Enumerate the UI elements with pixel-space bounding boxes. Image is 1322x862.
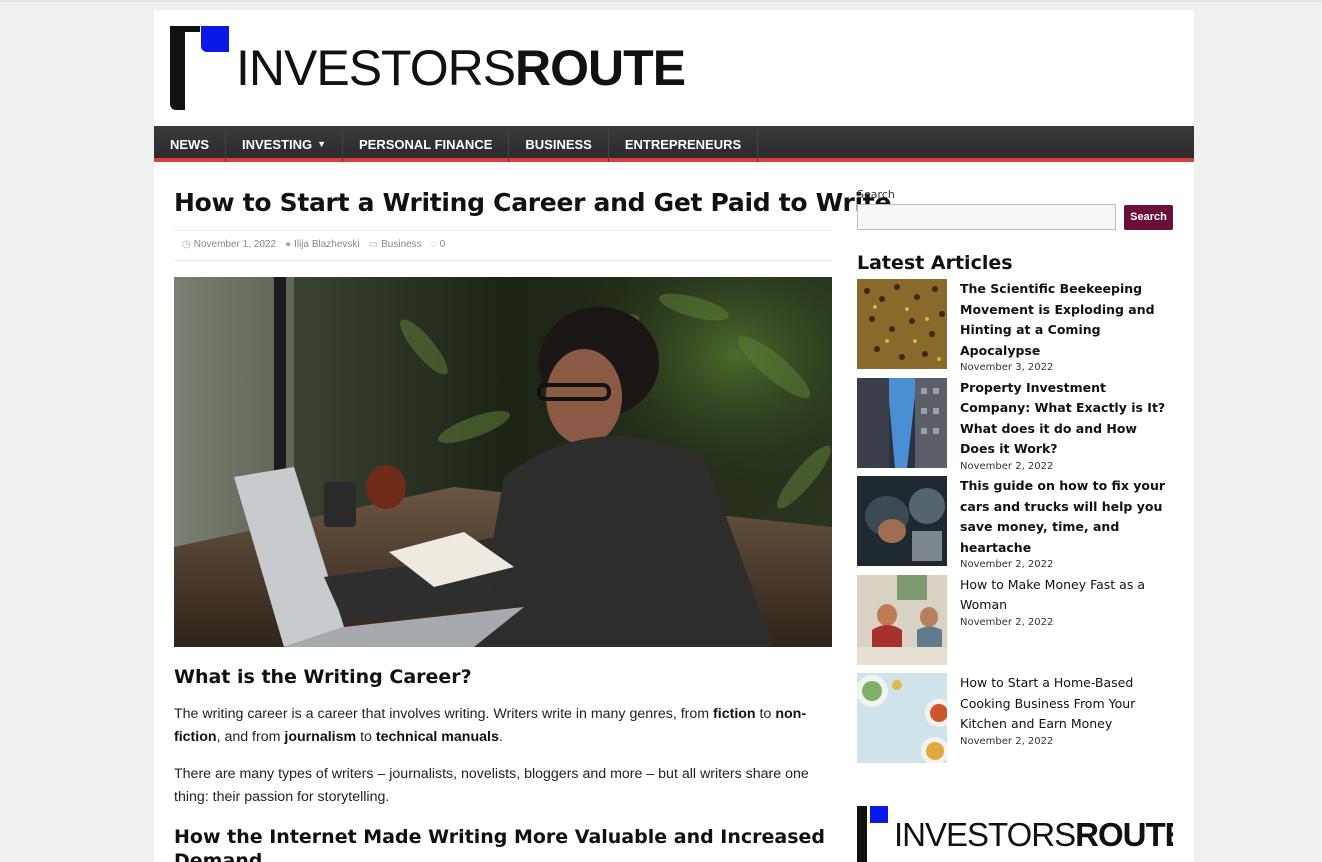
post-comments[interactable]: ◌ 0 xyxy=(431,239,446,250)
article-date: November 2, 2022 xyxy=(960,616,1054,628)
paragraph-2: There are many types of writers – journa… xyxy=(174,766,809,805)
article-link[interactable]: How to Make Money Fast as a Woman xyxy=(960,575,1173,616)
article-link[interactable]: Property Investment Company: What Exactl… xyxy=(960,378,1173,460)
search-button[interactable]: Search xyxy=(1124,204,1173,230)
nav-item-investing[interactable]: INVESTING ▼ xyxy=(226,126,343,162)
list-item[interactable]: The Scientific Beekeeping Movement is Ex… xyxy=(857,279,1173,373)
link-journalism[interactable]: journalism xyxy=(284,729,356,745)
thumbnail-bees[interactable] xyxy=(857,279,947,369)
nav-item-news[interactable]: NEWS xyxy=(154,126,226,162)
article: How to Start a Writing Career and Get Pa… xyxy=(174,186,892,862)
list-item[interactable]: How to Make Money Fast as a Woman Novemb… xyxy=(857,574,1173,665)
article-date: November 3, 2022 xyxy=(960,362,1054,373)
chevron-down-icon: ▼ xyxy=(317,139,326,149)
search-input[interactable] xyxy=(857,204,1116,230)
sidebar: Search Search Latest Articles The Scient… xyxy=(857,188,1173,772)
link-fiction[interactable]: fiction xyxy=(713,706,756,722)
thumbnail-women-meeting[interactable] xyxy=(857,574,947,665)
section-heading-2: How the Internet Made Writing More Valua… xyxy=(174,826,826,862)
sidebar-logo[interactable]: INVESTORSROUTE xyxy=(857,806,1173,862)
top-line xyxy=(0,0,1322,2)
sidebar-logo-wordmark: INVESTORSROUTE xyxy=(894,816,1173,853)
post-author[interactable]: ● Ilija Blazhevski xyxy=(285,239,360,250)
search-form: Search xyxy=(857,204,1173,230)
folder-icon: ▭ xyxy=(368,239,379,250)
post-category[interactable]: ▭ Business xyxy=(369,239,422,250)
logo-wordmark: INVESTORSROUTE xyxy=(236,40,686,96)
link-technical-manuals[interactable]: technical manuals xyxy=(376,729,499,745)
thumbnail-food[interactable] xyxy=(857,673,947,763)
article-link[interactable]: This guide on how to fix your cars and t… xyxy=(960,476,1173,558)
latest-articles-title: Latest Articles xyxy=(857,252,1013,274)
site-logo[interactable]: INVESTORSROUTE xyxy=(170,26,690,110)
article-link[interactable]: The Scientific Beekeeping Movement is Ex… xyxy=(960,279,1173,361)
article-date: November 2, 2022 xyxy=(960,460,1054,472)
user-icon: ● xyxy=(285,239,292,250)
post-date: ◷ November 1, 2022 xyxy=(182,239,277,250)
nav-item-entrepreneurs[interactable]: ENTREPRENEURS xyxy=(609,126,759,162)
thumbnail-car-repair[interactable] xyxy=(857,476,947,566)
latest-articles-list: The Scientific Beekeeping Movement is Ex… xyxy=(857,279,1173,763)
list-item[interactable]: This guide on how to fix your cars and t… xyxy=(857,476,1173,570)
post-title: How to Start a Writing Career and Get Pa… xyxy=(174,188,892,217)
list-item[interactable]: How to Start a Home-Based Cooking Busine… xyxy=(857,673,1173,763)
post-meta: ◷ November 1, 2022 ● Ilija Blazhevski ▭ Bus… xyxy=(174,230,832,261)
search-label: Search xyxy=(857,188,895,201)
nav-item-personal-finance[interactable]: PERSONAL FINANCE xyxy=(343,126,510,162)
logo-mark xyxy=(170,26,230,110)
article-date: November 2, 2022 xyxy=(960,735,1054,747)
clock-icon: ◷ xyxy=(182,239,191,250)
article-link[interactable]: How to Start a Home-Based Cooking Busine… xyxy=(960,673,1173,735)
section-heading-1: What is the Writing Career? xyxy=(174,666,472,688)
nav-item-business[interactable]: BUSINESS xyxy=(509,126,609,162)
page-container: INVESTORSROUTE NEWS INVESTING ▼ PERSONAL … xyxy=(154,10,1194,862)
paragraph-1: The writing career is a career that invo… xyxy=(174,706,807,745)
main-nav: NEWS INVESTING ▼ PERSONAL FINANCE BUSINES… xyxy=(154,126,1194,162)
comment-icon: ◌ xyxy=(430,239,437,250)
featured-image xyxy=(174,277,832,647)
thumbnail-buildings[interactable] xyxy=(857,377,947,468)
article-date: November 2, 2022 xyxy=(960,559,1054,570)
list-item[interactable]: Property Investment Company: What Exactl… xyxy=(857,377,1173,472)
